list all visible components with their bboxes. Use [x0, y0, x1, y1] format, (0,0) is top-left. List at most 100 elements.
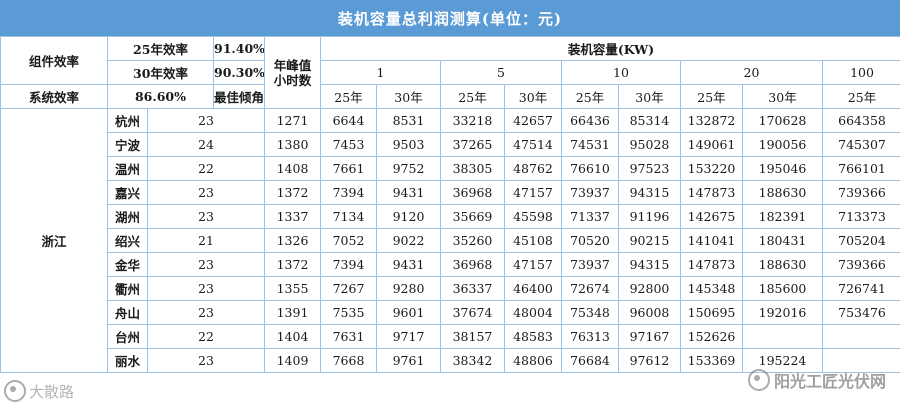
profit-cell: 74531 [561, 132, 619, 157]
profit-cell: 153220 [680, 156, 743, 181]
table-row: 湖州 23 1337 7134 9120 35669 45598 71337 91196 1426… [1, 204, 900, 229]
profit-cell: 76684 [561, 348, 619, 373]
hours-cell: 1326 [264, 228, 321, 253]
profit-cell: 9280 [376, 276, 441, 301]
eff-30-label: 30年效率 [107, 60, 214, 85]
capacity-header-1: 1 [320, 60, 441, 85]
table-row: 舟山 23 1391 7535 9601 37674 48004 75348 96008 1506… [1, 300, 900, 325]
table-row: 金华 23 1372 7394 9431 36968 47157 73937 94315 1478… [1, 252, 900, 277]
watermark-left: 大散路 [4, 380, 74, 402]
hours-cell: 1408 [264, 156, 321, 181]
profit-cell: 141041 [680, 228, 743, 253]
city-cell: 丽水 [107, 348, 148, 373]
angle-cell: 23 [147, 204, 265, 229]
profit-cell [822, 324, 900, 349]
capacity-label: 装机容量(KW) [320, 36, 900, 61]
profit-cell: 48583 [504, 324, 562, 349]
profit-cell: 71337 [561, 204, 619, 229]
profit-cell: 38342 [440, 348, 505, 373]
best-angle-label: 最佳倾角 [213, 84, 265, 109]
profit-cell: 94315 [618, 180, 681, 205]
hours-cell: 1337 [264, 204, 321, 229]
module-eff-label: 组件效率 [0, 36, 108, 85]
profit-table: 组件效率 25年效率 91.40% 年峰值小时数 装机容量(KW) 30年效率 … [0, 36, 900, 373]
angle-cell: 23 [147, 276, 265, 301]
profit-cell: 94315 [618, 252, 681, 277]
capacity-header-100: 100 [822, 60, 900, 85]
profit-cell: 42657 [504, 108, 562, 133]
profit-cell: 150695 [680, 300, 743, 325]
profit-cell: 664358 [822, 108, 900, 133]
profit-cell: 195046 [742, 156, 823, 181]
profit-cell: 48004 [504, 300, 562, 325]
profit-cell: 38305 [440, 156, 505, 181]
profit-cell: 7661 [320, 156, 377, 181]
year-header-year_30: 30年 [504, 84, 562, 109]
profit-cell: 188630 [742, 252, 823, 277]
profit-cell: 7453 [320, 132, 377, 157]
profit-cell: 9752 [376, 156, 441, 181]
hours-cell: 1372 [264, 252, 321, 277]
profit-cell: 145348 [680, 276, 743, 301]
profit-cell: 70520 [561, 228, 619, 253]
table-row: 绍兴 21 1326 7052 9022 35260 45108 70520 90215 1410… [1, 228, 900, 253]
angle-cell: 21 [147, 228, 265, 253]
profit-cell: 7394 [320, 252, 377, 277]
profit-cell: 149061 [680, 132, 743, 157]
angle-cell: 23 [147, 300, 265, 325]
city-cell: 杭州 [107, 108, 148, 133]
profit-cell: 7134 [320, 204, 377, 229]
profit-cell: 152626 [680, 324, 743, 349]
profit-cell: 132872 [680, 108, 743, 133]
hours-cell: 1404 [264, 324, 321, 349]
profit-cell: 36337 [440, 276, 505, 301]
profit-cell: 48806 [504, 348, 562, 373]
profit-cell: 97523 [618, 156, 681, 181]
profit-cell: 76313 [561, 324, 619, 349]
angle-cell: 23 [147, 252, 265, 277]
profit-cell: 188630 [742, 180, 823, 205]
eff-30-value: 90.30% [213, 60, 265, 85]
watermark-left-text: 大散路 [29, 382, 75, 401]
profit-cell: 739366 [822, 252, 900, 277]
city-cell: 嘉兴 [107, 180, 148, 205]
angle-cell: 23 [147, 348, 265, 373]
city-cell: 金华 [107, 252, 148, 277]
sys-eff-value: 86.60% [107, 84, 214, 109]
profit-cell: 180431 [742, 228, 823, 253]
profit-cell: 9431 [376, 180, 441, 205]
profit-cell: 7631 [320, 324, 377, 349]
profit-cell: 45598 [504, 204, 562, 229]
watermark-right: 阳光工匠光伏网 [747, 368, 886, 392]
table-row: 衢州 23 1355 7267 9280 36337 46400 72674 92800 1453… [1, 276, 900, 301]
year-header-year_25: 25年 [822, 84, 900, 109]
table-title: 装机容量总利润测算(单位：元) [0, 0, 900, 36]
peak-hours-label: 年峰值小时数 [264, 36, 321, 109]
profit-cell: 48762 [504, 156, 562, 181]
table-row: 浙江 杭州 23 1271 6644 8531 33218 42657 66436 85314 13… [0, 108, 900, 373]
table-row: 宁波 24 1380 7453 9503 37265 47514 74531 95028 1490… [1, 132, 900, 157]
profit-cell: 35669 [440, 204, 505, 229]
angle-cell: 22 [147, 324, 265, 349]
table-row: 台州 22 1404 7631 9717 38157 48583 76313 97167 1526… [1, 324, 900, 349]
profit-cell: 75348 [561, 300, 619, 325]
profit-cell: 9601 [376, 300, 441, 325]
profit-cell: 91196 [618, 204, 681, 229]
year-header-year_25: 25年 [561, 84, 619, 109]
profit-cell: 72674 [561, 276, 619, 301]
profit-cell: 38157 [440, 324, 505, 349]
profit-cell: 33218 [440, 108, 505, 133]
year-header-year_25: 25年 [440, 84, 505, 109]
profit-cell: 37674 [440, 300, 505, 325]
hours-cell: 1372 [264, 180, 321, 205]
profit-cell: 7535 [320, 300, 377, 325]
profit-cell: 8531 [376, 108, 441, 133]
profit-cell: 9717 [376, 324, 441, 349]
profit-cell: 76610 [561, 156, 619, 181]
profit-cell: 97612 [618, 348, 681, 373]
profit-cell: 192016 [742, 300, 823, 325]
profit-cell: 36968 [440, 180, 505, 205]
profit-cell: 47514 [504, 132, 562, 157]
profit-cell: 97167 [618, 324, 681, 349]
capacity-header-5: 5 [440, 60, 562, 85]
